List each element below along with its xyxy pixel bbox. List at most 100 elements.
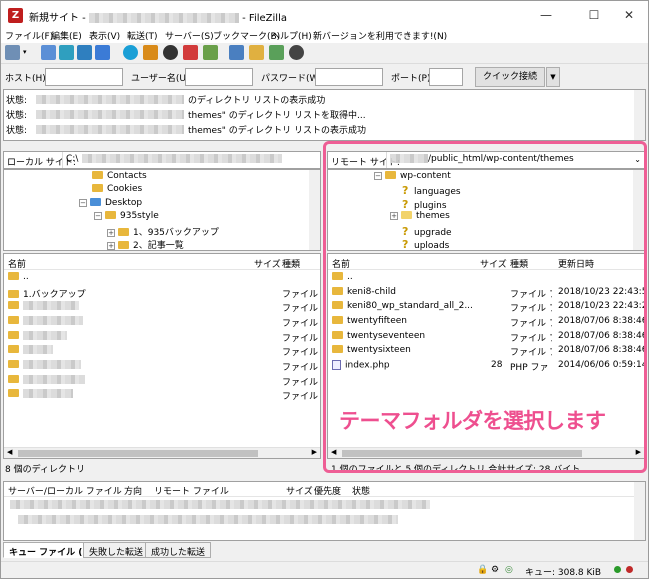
col-remote-file[interactable]: リモート ファイル — [154, 484, 229, 497]
remote-site-path-input[interactable]: /public_html/wp-content/themes — [386, 152, 644, 168]
remote-tree-scrollbar[interactable] — [633, 170, 644, 250]
local-tree-item[interactable]: − Desktop — [79, 197, 142, 212]
close-button[interactable]: ✕ — [614, 5, 644, 25]
tab-successful-transfers[interactable]: 成功した転送 — [145, 542, 212, 558]
sync-browse-icon[interactable] — [269, 45, 284, 60]
col-size[interactable]: サイズ — [480, 257, 507, 270]
collapse-icon[interactable]: − — [374, 171, 382, 180]
table-row[interactable]: 1.バックアップ ファイル フォ — [4, 286, 320, 301]
table-row[interactable]: ファイル フォ — [4, 330, 320, 345]
username-input[interactable] — [185, 68, 253, 86]
filezilla-window: Z 新規サイト - - FileZilla — ☐ ✕ ファイル(F) 編集(E… — [0, 0, 649, 579]
scroll-right-icon[interactable]: ▶ — [636, 448, 641, 456]
menu-help[interactable]: ヘルプ(H) — [271, 29, 312, 42]
menu-new-version[interactable]: 新バージョンを利用できます!(N) — [313, 29, 447, 42]
compare-icon[interactable] — [249, 45, 264, 60]
table-row[interactable]: ファイル フォ — [4, 374, 320, 389]
quickconnect-button[interactable]: クイック接続(Q) — [475, 67, 545, 100]
local-tree-item[interactable]: Cookies — [92, 183, 142, 198]
message-log[interactable]: 状態: のディレクトリ リストの表示成功 状態: themes" のディレクトリ… — [3, 89, 646, 141]
col-priority[interactable]: 優先度 — [314, 484, 341, 497]
host-input[interactable] — [45, 68, 123, 86]
expand-icon[interactable]: + — [390, 211, 398, 220]
port-input[interactable] — [429, 68, 463, 86]
reconnect-icon[interactable] — [203, 45, 218, 60]
maximize-button[interactable]: ☐ — [579, 5, 609, 25]
gear-icon: ⚙ — [491, 565, 500, 575]
log-scrollbar[interactable] — [634, 90, 645, 140]
cancel-icon[interactable] — [163, 45, 178, 60]
table-row[interactable]: ファイル フォ — [4, 315, 320, 330]
menu-transfer[interactable]: 転送(T) — [127, 29, 158, 42]
remote-tree-item-selected[interactable]: + themes — [390, 210, 450, 225]
scroll-left-icon[interactable]: ◀ — [7, 448, 12, 456]
table-row[interactable]: twentysixteen ファイル フ 2018/07/06 8:38:46 — [328, 344, 644, 359]
toggle-queue-icon[interactable] — [95, 45, 110, 60]
tab-failed-transfers[interactable]: 失敗した転送 — [83, 542, 150, 558]
table-row[interactable]: ファイル フォ — [4, 359, 320, 374]
col-type[interactable]: 種類 — [510, 257, 528, 270]
site-manager-icon[interactable] — [5, 45, 20, 60]
local-tree-item[interactable]: +2、記事一覧 — [107, 238, 184, 250]
menu-edit[interactable]: 編集(E) — [51, 29, 82, 42]
local-tree-scrollbar[interactable] — [309, 170, 320, 250]
toggle-local-tree-icon[interactable] — [59, 45, 74, 60]
menu-view[interactable]: 表示(V) — [89, 29, 120, 42]
toggle-remote-tree-icon[interactable] — [77, 45, 92, 60]
table-row[interactable]: twentyseventeen ファイル フ 2018/07/06 8:38:46 — [328, 330, 644, 345]
table-row[interactable]: twentyfifteen ファイル フ 2018/07/06 8:38:46 — [328, 315, 644, 330]
collapse-icon[interactable]: − — [79, 198, 87, 207]
col-modified[interactable]: 更新日時 — [558, 257, 594, 270]
local-tree-item[interactable]: +1、935バックアップ — [107, 225, 219, 239]
table-row[interactable]: ファイル フォ — [4, 388, 320, 403]
col-status[interactable]: 状態 — [352, 484, 370, 497]
table-row[interactable]: ファイル フォ — [4, 344, 320, 359]
remote-list-hscrollbar[interactable]: ◀ ▶ — [328, 447, 644, 458]
refresh-icon[interactable] — [123, 45, 138, 60]
table-row[interactable]: keni80_wp_standard_all_2... ファイル フ 2018/10… — [328, 300, 644, 315]
folder-icon — [8, 301, 19, 309]
col-local-file[interactable]: サーバー/ローカル ファイル — [8, 484, 122, 497]
table-row[interactable]: ファイル フォ — [4, 300, 320, 315]
expand-icon[interactable]: + — [107, 241, 115, 250]
queue-scrollbar[interactable] — [634, 482, 645, 540]
remote-tree-item[interactable]: ? uploads — [402, 238, 449, 250]
col-name[interactable]: 名前 — [332, 257, 350, 270]
col-type[interactable]: 種類 — [282, 257, 300, 270]
remote-tree-item[interactable]: − wp-content — [374, 170, 451, 185]
remote-tree-item[interactable]: ? languages — [402, 184, 461, 198]
local-tree-item[interactable]: − 935style — [94, 210, 159, 225]
table-row[interactable]: keni8-child ファイル フ 2018/10/23 22:43:52 — [328, 286, 644, 301]
remote-tree-item[interactable]: ? upgrade — [402, 225, 452, 239]
menu-server[interactable]: サーバー(S) — [165, 29, 214, 42]
col-size[interactable]: サイズ — [286, 484, 313, 497]
quickconnect-dropdown-icon[interactable]: ▼ — [546, 67, 560, 87]
table-row[interactable]: index.php 28 PHP ファ 2014/06/06 0:59:14 — [328, 359, 644, 374]
col-direction[interactable]: 方向 — [124, 484, 142, 497]
disconnect-icon[interactable] — [183, 45, 198, 60]
collapse-icon[interactable]: − — [94, 211, 102, 220]
menu-file[interactable]: ファイル(F) — [5, 29, 53, 42]
table-row[interactable]: .. — [4, 271, 320, 286]
site-manager-dropdown-icon[interactable]: ▾ — [23, 48, 27, 56]
local-tree-item[interactable]: Contacts — [92, 170, 147, 185]
minimize-button[interactable]: — — [531, 5, 561, 25]
col-size[interactable]: サイズ — [254, 257, 281, 270]
col-name[interactable]: 名前 — [8, 257, 26, 270]
log-text: のディレクトリ リストの表示成功 — [188, 96, 326, 106]
filter-icon[interactable] — [229, 45, 244, 60]
scroll-thumb[interactable] — [342, 450, 582, 457]
remote-tree-item[interactable]: ? plugins — [402, 198, 447, 212]
expand-icon[interactable]: + — [107, 228, 115, 237]
scroll-left-icon[interactable]: ◀ — [331, 448, 336, 456]
process-queue-icon[interactable] — [143, 45, 158, 60]
search-binoculars-icon[interactable] — [289, 45, 304, 60]
table-row[interactable]: .. — [328, 271, 644, 286]
remote-path-dropdown-icon[interactable]: ⌄ — [634, 155, 641, 164]
password-input[interactable] — [315, 68, 383, 86]
local-list-hscrollbar[interactable]: ◀ ▶ — [4, 447, 320, 458]
scroll-thumb[interactable] — [18, 450, 258, 457]
scroll-right-icon[interactable]: ▶ — [312, 448, 317, 456]
toggle-log-icon[interactable] — [41, 45, 56, 60]
local-site-path-input[interactable]: C:\ — [62, 152, 320, 168]
